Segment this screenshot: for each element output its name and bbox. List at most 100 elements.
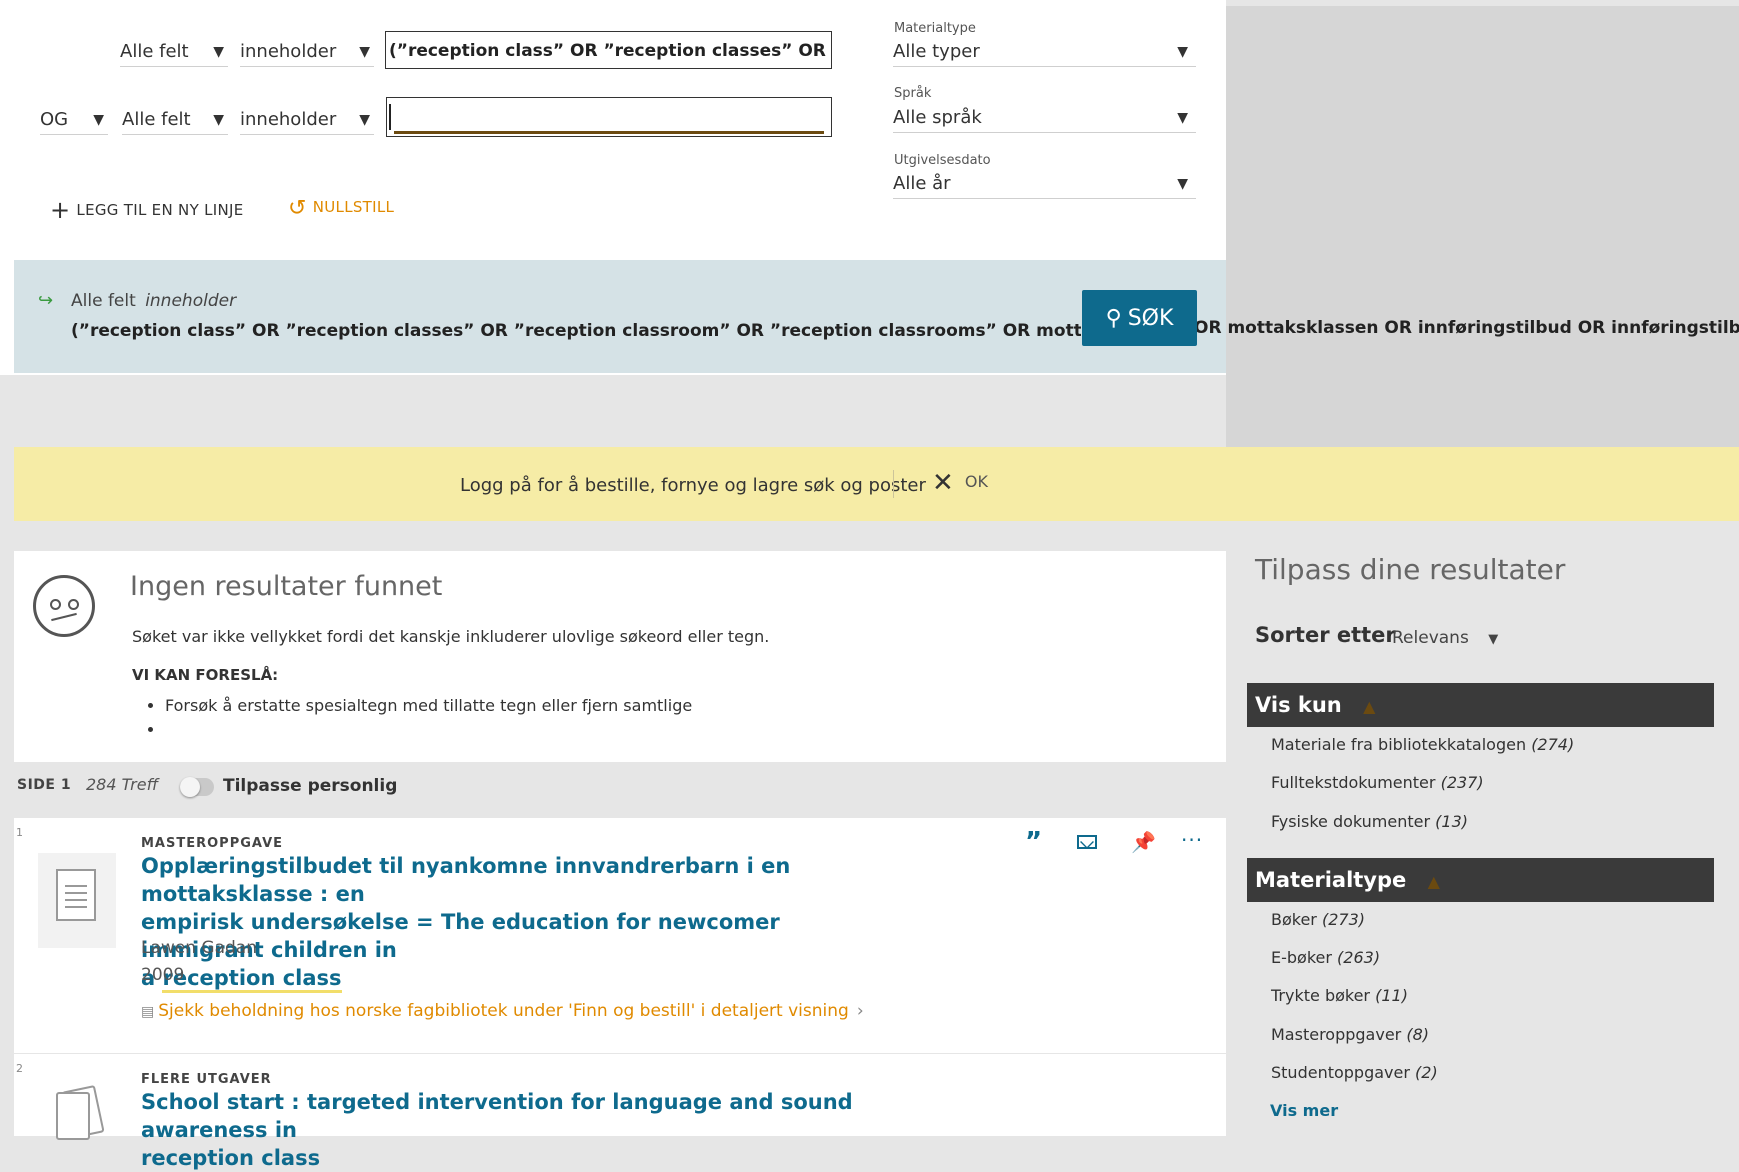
result-type: FLERE UTGAVER bbox=[141, 1072, 272, 1087]
chevron-down-icon: ▼ bbox=[1177, 176, 1188, 192]
language-select[interactable]: Alle språk ▼ bbox=[893, 104, 1196, 133]
chevron-down-icon: ▼ bbox=[359, 112, 370, 128]
add-line-button[interactable]: + LEGG TIL EN NY LINJE bbox=[50, 196, 244, 224]
reset-icon: ↺ bbox=[288, 196, 307, 221]
no-results-message: Søket var ikke vellykket fordi det kansk… bbox=[132, 627, 770, 646]
suggestions-list: Forsøk å erstatte spesialtegn med tillat… bbox=[145, 694, 692, 742]
personalize-toggle[interactable] bbox=[180, 777, 214, 797]
facet-item-count: (273) bbox=[1321, 910, 1366, 929]
suggestion-item: Forsøk å erstatte spesialtegn med tillat… bbox=[165, 694, 692, 718]
chevron-down-icon: ▼ bbox=[1488, 632, 1499, 647]
facet-item-label: Fysiske dokumenter bbox=[1271, 812, 1431, 831]
sort-select[interactable]: Relevans ▼ bbox=[1392, 628, 1498, 648]
pin-icon[interactable]: 📌 bbox=[1131, 830, 1156, 854]
chevron-up-icon: ▲ bbox=[1427, 872, 1440, 891]
chevron-up-icon: ▲ bbox=[1363, 697, 1376, 716]
sad-face-icon bbox=[33, 575, 95, 637]
dismiss-banner-label: OK bbox=[964, 472, 988, 491]
material-type-label: Materialtype bbox=[894, 21, 976, 36]
search-button[interactable]: ⚲ SØK bbox=[1082, 290, 1197, 346]
result-title[interactable]: School start : targeted intervention for… bbox=[141, 1088, 901, 1172]
facet-item[interactable]: Materiale fra bibliotekkatalogen (274) bbox=[1271, 735, 1574, 754]
facet-group-vis-kun[interactable]: Vis kun ▲ bbox=[1247, 683, 1714, 727]
banner-divider bbox=[893, 470, 894, 498]
sort-label: Sorter etter bbox=[1255, 623, 1396, 647]
chevron-down-icon: ▼ bbox=[93, 112, 104, 128]
chevron-down-icon: ▼ bbox=[1177, 44, 1188, 60]
result-title-line: Opplæringstilbudet til nyankomne innvand… bbox=[141, 854, 791, 906]
search-input-row1[interactable]: (”reception class” OR ”reception classes… bbox=[385, 31, 832, 69]
facet-group-materialtype[interactable]: Materialtype ▲ bbox=[1247, 858, 1714, 902]
hit-count: 284 Treff bbox=[86, 775, 159, 794]
more-options-icon[interactable]: ··· bbox=[1181, 828, 1203, 852]
availability-text: Sjekk beholdning hos norske fagbibliotek… bbox=[158, 1001, 849, 1021]
chevron-down-icon: ▼ bbox=[1177, 110, 1188, 126]
availability-link[interactable]: ▤ Sjekk beholdning hos norske fagbibliote… bbox=[141, 1001, 864, 1021]
facet-item-label: Masteroppgaver bbox=[1271, 1025, 1402, 1044]
login-banner-text: Logg på for å bestille, fornye og lagre … bbox=[460, 475, 926, 496]
chevron-down-icon: ▼ bbox=[213, 44, 224, 60]
result-year: 2009 bbox=[141, 965, 185, 985]
facet-item[interactable]: Fulltekstdokumenter (237) bbox=[1271, 773, 1484, 792]
reset-button[interactable]: ↺ NULLSTILL bbox=[288, 196, 394, 221]
email-icon[interactable] bbox=[1077, 835, 1097, 849]
summary-field-line: Alle felt inneholder bbox=[71, 291, 236, 311]
document-thumbnail[interactable] bbox=[38, 853, 116, 948]
multiple-editions-icon[interactable] bbox=[42, 1084, 114, 1140]
facet-group-heading: Materialtype bbox=[1255, 868, 1407, 892]
facet-item[interactable]: Bøker (273) bbox=[1271, 910, 1365, 929]
result-type: MASTEROPPGAVE bbox=[141, 836, 284, 851]
show-more-link[interactable]: Vis mer bbox=[1270, 1101, 1338, 1120]
field-select-row2-value: Alle felt bbox=[122, 109, 191, 130]
publication-date-select[interactable]: Alle år ▼ bbox=[893, 170, 1196, 199]
facet-group-heading: Vis kun bbox=[1255, 693, 1342, 717]
facet-item-count: (2) bbox=[1415, 1063, 1438, 1082]
search-input-row2[interactable] bbox=[386, 97, 832, 137]
language-value: Alle språk bbox=[893, 107, 982, 128]
publication-date-value: Alle år bbox=[893, 173, 951, 194]
field-select-row1[interactable]: Alle felt ▼ bbox=[120, 38, 228, 67]
summary-condition: inneholder bbox=[145, 291, 237, 311]
header-backdrop bbox=[1226, 6, 1739, 451]
search-input-row1-value: (”reception class” OR ”reception classes… bbox=[389, 41, 831, 61]
suggestions-heading: VI KAN FORESLÅ: bbox=[132, 666, 279, 684]
chevron-down-icon: ▼ bbox=[359, 44, 370, 60]
personalize-label: Tilpasse personlig bbox=[223, 776, 398, 796]
result-title-line: a reception class bbox=[141, 964, 901, 993]
condition-select-row2-value: inneholder bbox=[240, 109, 337, 130]
condition-select-row1[interactable]: inneholder ▼ bbox=[240, 38, 374, 67]
query-summary-bar bbox=[14, 260, 1226, 373]
facet-item-count: (13) bbox=[1435, 812, 1469, 831]
result-title[interactable]: Opplæringstilbudet til nyankomne innvand… bbox=[141, 852, 901, 993]
facet-item-label: Studentoppgaver bbox=[1271, 1063, 1410, 1082]
no-results-title: Ingen resultater funnet bbox=[130, 571, 443, 602]
facet-item[interactable]: Fysiske dokumenter (13) bbox=[1271, 812, 1468, 831]
facet-item[interactable]: Trykte bøker (11) bbox=[1271, 986, 1408, 1005]
facet-item-label: Trykte bøker bbox=[1271, 986, 1370, 1005]
facet-item-count: (11) bbox=[1375, 986, 1408, 1005]
facet-item[interactable]: Studentoppgaver (2) bbox=[1271, 1063, 1438, 1082]
summary-query-overflow: OR mottaksklassen OR innføringstilbud OR… bbox=[1194, 318, 1739, 338]
plus-icon: + bbox=[50, 196, 71, 224]
operator-select-row2[interactable]: OG ▼ bbox=[40, 106, 108, 135]
add-line-label: LEGG TIL EN NY LINJE bbox=[76, 201, 244, 219]
cite-icon[interactable]: ” bbox=[1025, 829, 1042, 855]
reset-label: NULLSTILL bbox=[312, 198, 395, 216]
chevron-down-icon: ▼ bbox=[213, 112, 224, 128]
facet-item-label: Bøker bbox=[1271, 910, 1317, 929]
result-number: 2 bbox=[16, 1062, 23, 1075]
field-select-row2[interactable]: Alle felt ▼ bbox=[122, 106, 228, 135]
close-icon: ✕ bbox=[932, 468, 954, 498]
material-type-select[interactable]: Alle typer ▼ bbox=[893, 38, 1196, 67]
facet-item[interactable]: E-bøker (263) bbox=[1271, 948, 1380, 967]
facet-item[interactable]: Masteroppgaver (8) bbox=[1271, 1025, 1429, 1044]
text-cursor bbox=[389, 104, 391, 130]
field-select-row1-value: Alle felt bbox=[120, 41, 189, 62]
facet-item-count: (263) bbox=[1337, 948, 1381, 967]
result-title-highlight: reception class bbox=[162, 966, 342, 993]
condition-select-row2[interactable]: inneholder ▼ bbox=[240, 106, 374, 135]
facet-item-count: (237) bbox=[1440, 773, 1484, 792]
chevron-right-icon: › bbox=[856, 1001, 864, 1021]
facet-item-count: (274) bbox=[1531, 735, 1575, 754]
dismiss-banner-button[interactable]: ✕ OK bbox=[932, 468, 988, 498]
